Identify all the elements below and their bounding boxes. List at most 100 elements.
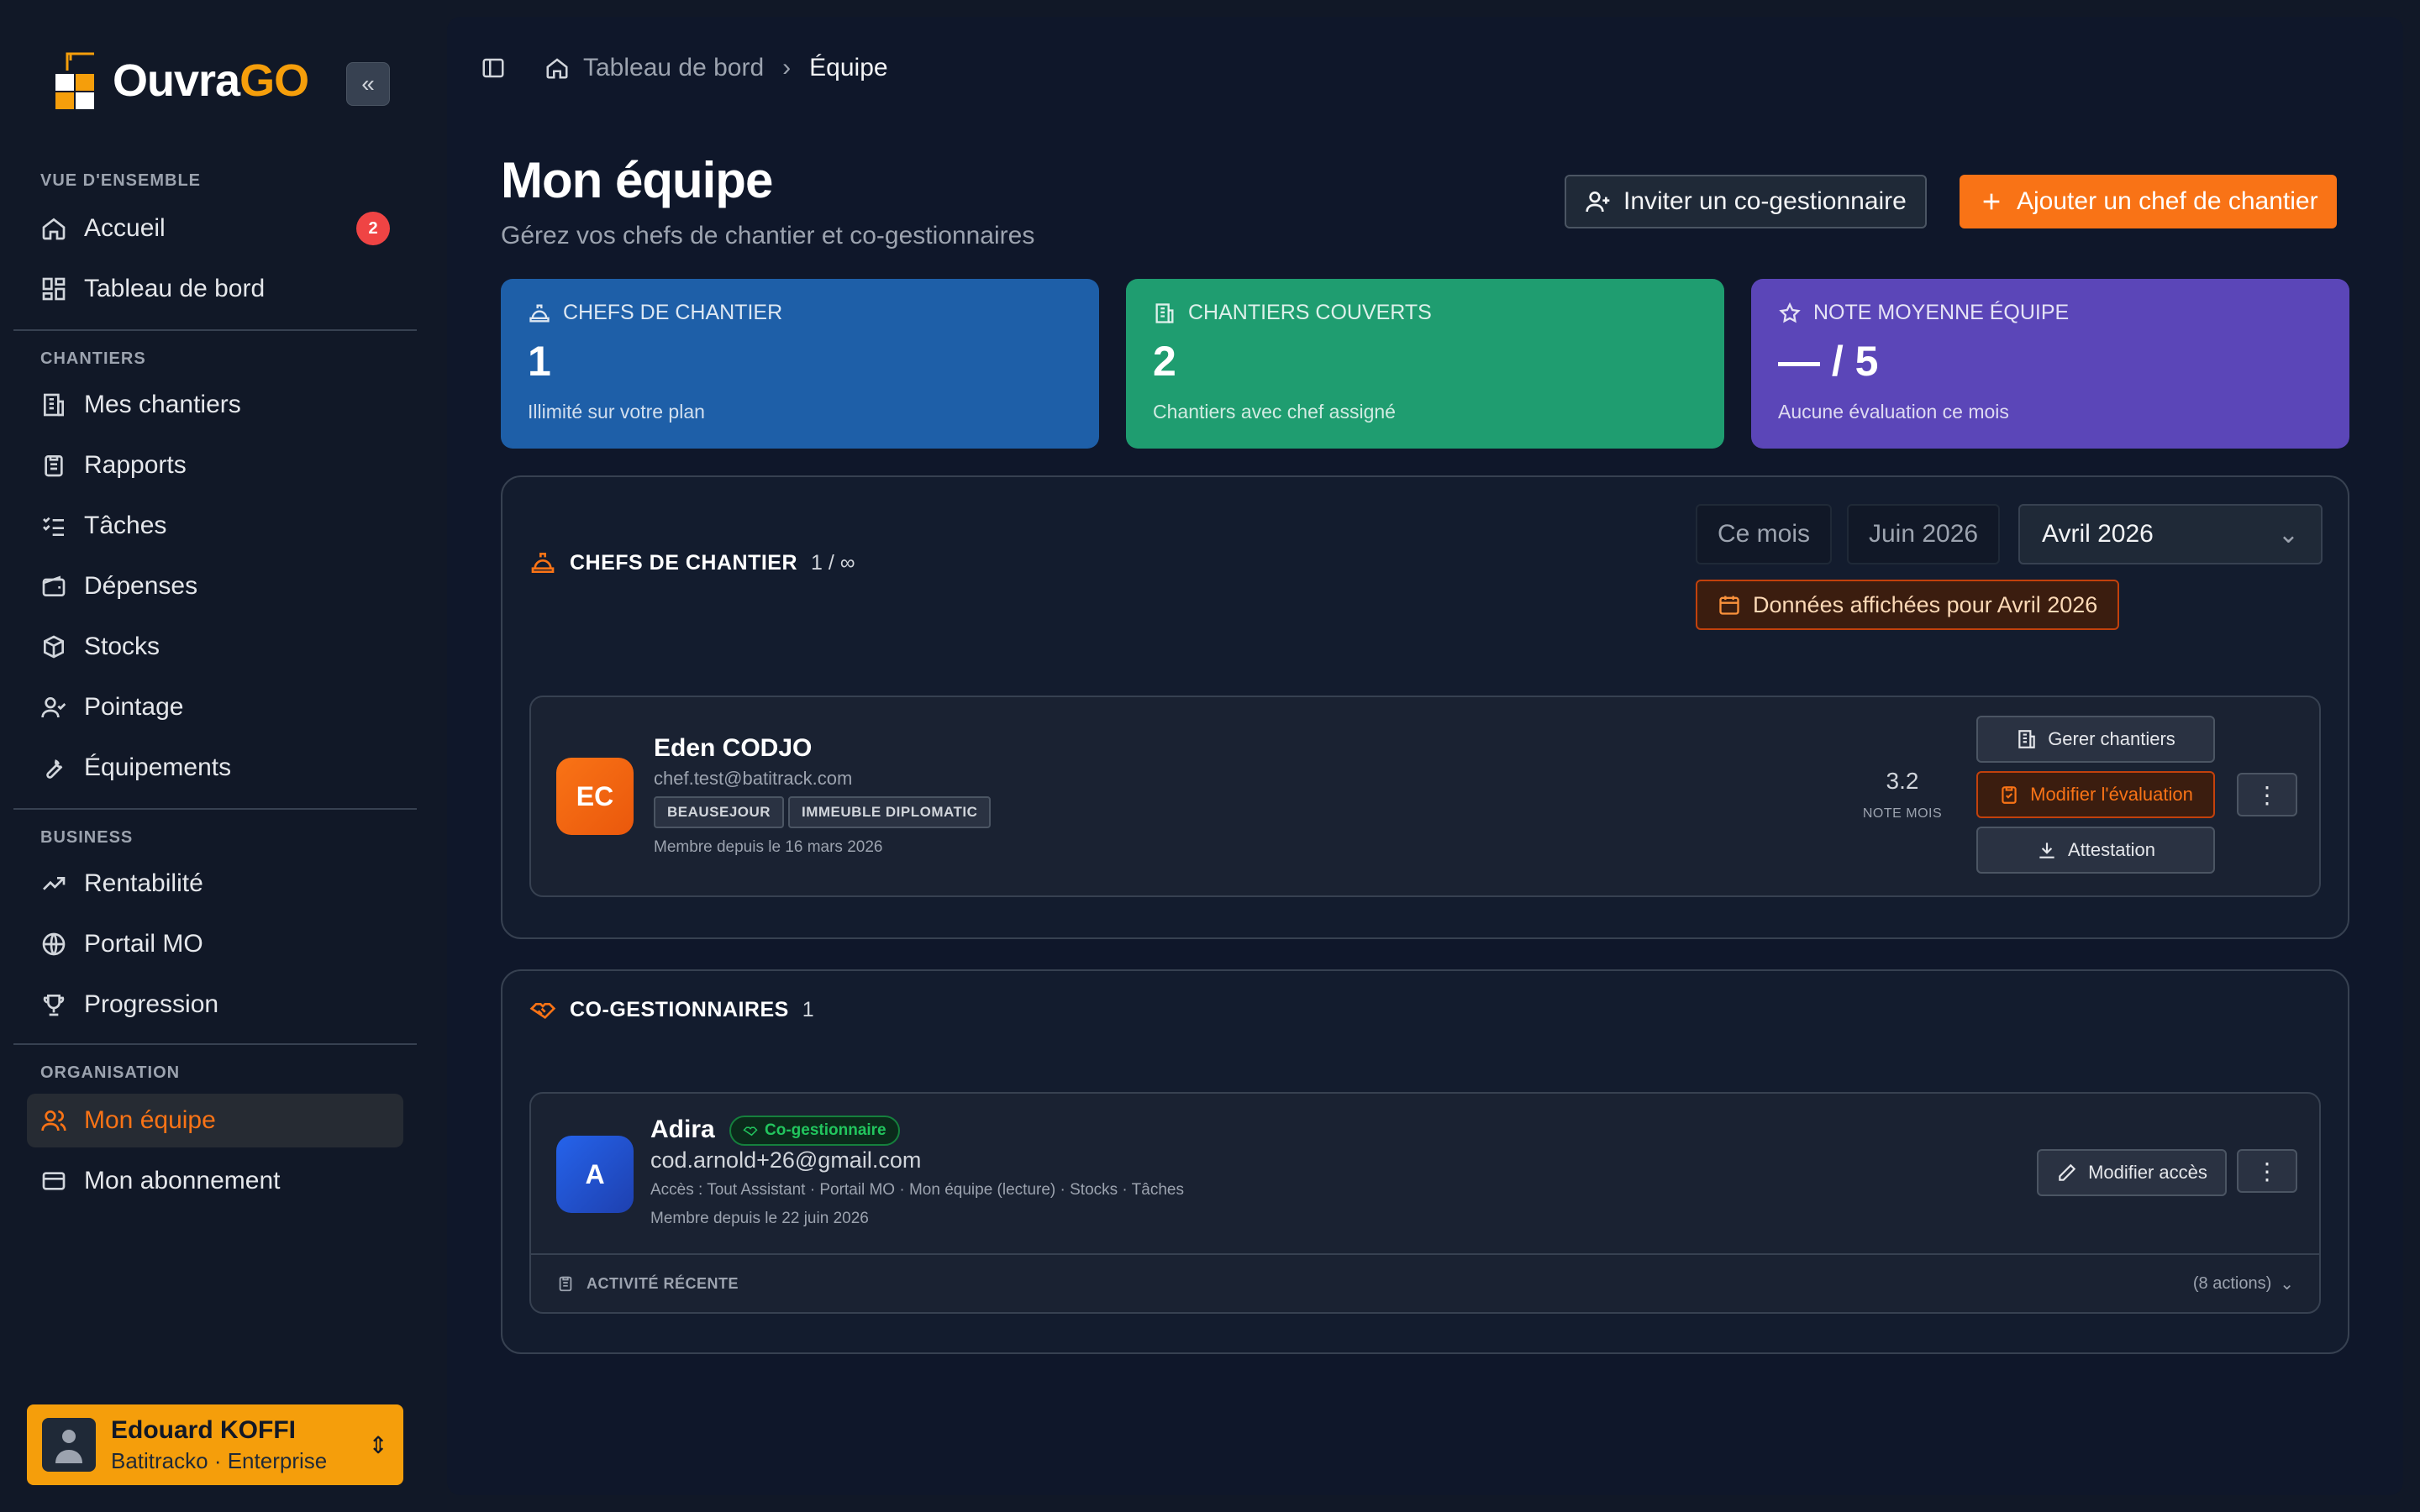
- sidebar-item-portail-mo[interactable]: Portail MO: [27, 917, 403, 971]
- logo-mark-icon: [50, 50, 104, 111]
- period-ce-mois[interactable]: Ce mois: [1696, 504, 1833, 564]
- note-value: 3.2: [1886, 768, 1919, 794]
- invite-cogestionnaire-button[interactable]: Inviter un co-gestionnaire: [1565, 175, 1927, 228]
- member-email: cod.arnold+26@gmail.com: [650, 1147, 922, 1173]
- button-label: Modifier l'évaluation: [2030, 784, 2193, 805]
- chefs-panel-header: CHEFS DE CHANTIER 1 / ∞: [529, 549, 855, 576]
- clipboard-check-icon: [2002, 786, 2017, 804]
- chantier-tag: BEAUSEJOUR: [654, 796, 785, 828]
- avatar-person-icon: [55, 1430, 82, 1463]
- sidebar-item-label: Progression: [84, 990, 219, 1018]
- sidebar-item-stocks[interactable]: Stocks: [27, 620, 403, 674]
- more-vertical-icon: ⋮: [2255, 1158, 2279, 1184]
- sidebar-item-accueil[interactable]: Accueil 2: [27, 202, 403, 255]
- sidebar-item-label: Tableau de bord: [84, 275, 266, 302]
- user-menu[interactable]: Edouard KOFFI Batitracko · Enterprise ⇕: [27, 1404, 403, 1485]
- cogest-panel-header: CO-GESTIONNAIRES 1: [529, 996, 814, 1023]
- sidebar-item-progression[interactable]: Progression: [27, 978, 403, 1032]
- stat-value: 1: [528, 338, 551, 385]
- chefs-panel: CHEFS DE CHANTIER 1 / ∞ Ce mois Juin 202…: [501, 475, 2349, 939]
- role-badge: Co-gestionnaire: [729, 1116, 900, 1146]
- add-label: Ajouter un chef de chantier: [2017, 187, 2318, 215]
- sidebar-item-mon-equipe[interactable]: Mon équipe: [27, 1094, 403, 1147]
- activity-label: ACTIVITÉ RÉCENTE: [587, 1274, 739, 1292]
- avatar: EC: [556, 758, 634, 835]
- note-label: NOTE MOIS: [1862, 806, 1943, 821]
- button-label: Modifier accès: [2088, 1162, 2207, 1183]
- logo[interactable]: OuvraGO: [50, 50, 309, 111]
- sidebar-item-label: Tâches: [84, 512, 167, 539]
- sidebar-item-rapports[interactable]: Rapports: [27, 438, 403, 492]
- credit-card-icon: [42, 1172, 66, 1190]
- stat-card-chantiers: CHANTIERS COUVERTS 2 Chantiers avec chef…: [1126, 279, 1724, 449]
- sidebar-item-mes-chantiers[interactable]: Mes chantiers: [27, 378, 403, 432]
- more-actions-button[interactable]: ⋮: [2237, 1149, 2297, 1193]
- member-access: Accès : Tout Assistant · Portail MO · Mo…: [650, 1181, 1184, 1199]
- sidebar-item-mon-abonnement[interactable]: Mon abonnement: [27, 1154, 403, 1208]
- button-label: Attestation: [2068, 839, 2155, 860]
- button-label: Gerer chantiers: [2048, 728, 2175, 749]
- invite-label: Inviter un co-gestionnaire: [1623, 187, 1907, 215]
- wallet-icon: [42, 575, 66, 596]
- sidebar-item-label: Mes chantiers: [84, 391, 241, 418]
- building-icon: [43, 393, 64, 417]
- sidebar-item-label: Équipements: [84, 753, 232, 781]
- home-icon: [546, 58, 568, 79]
- nav-section-business: BUSINESS: [40, 828, 134, 847]
- attestation-button[interactable]: Attestation: [1976, 827, 2215, 874]
- building-icon: [2018, 730, 2035, 748]
- chevron-down-icon: ⌄: [2277, 520, 2299, 549]
- sidebar-item-equipements[interactable]: Équipements: [27, 741, 403, 795]
- home-icon: [42, 218, 66, 240]
- sidebar-item-rentabilite[interactable]: Rentabilité: [27, 857, 403, 911]
- logo-text: OuvraGO: [113, 55, 309, 106]
- sidebar-item-label: Rapports: [84, 451, 187, 479]
- collapse-sidebar-button[interactable]: «: [346, 62, 390, 106]
- stat-label: CHEFS DE CHANTIER: [563, 301, 783, 324]
- sidebar-item-label: Stocks: [84, 633, 160, 660]
- clipboard-icon: [45, 455, 63, 477]
- sidebar-toggle-icon[interactable]: [481, 55, 506, 81]
- panel-count: 1: [802, 997, 814, 1021]
- stat-card-chefs: CHEFS DE CHANTIER 1 Illimité sur votre p…: [501, 279, 1099, 449]
- sidebar-item-pointage[interactable]: Pointage: [27, 680, 403, 734]
- chevrons-up-down-icon: ⇕: [368, 1431, 388, 1458]
- sidebar-item-depenses[interactable]: Dépenses: [27, 559, 403, 613]
- divider: [13, 329, 417, 331]
- pencil-icon: [2059, 1163, 2076, 1181]
- panel-title: CO-GESTIONNAIRES: [570, 997, 789, 1021]
- sidebar-item-label: Portail MO: [84, 930, 203, 958]
- divider: [13, 808, 417, 810]
- nav-section-overview: VUE D'ENSEMBLE: [40, 171, 202, 190]
- chantier-tag: IMMEUBLE DIPLOMATIC: [788, 796, 992, 828]
- recent-activity-toggle[interactable]: ACTIVITÉ RÉCENTE (8 actions) ⌄: [531, 1253, 2319, 1312]
- modifier-acces-button[interactable]: Modifier accès: [2037, 1149, 2227, 1196]
- sidebar-item-tableau-de-bord[interactable]: Tableau de bord: [27, 262, 403, 316]
- nav-section-organisation: ORGANISATION: [40, 1063, 181, 1082]
- breadcrumb-link-dashboard[interactable]: Tableau de bord: [583, 54, 764, 82]
- period-select[interactable]: Avril 2026 ⌄: [2018, 504, 2323, 564]
- plus-icon: [1983, 193, 2000, 210]
- panel-count: 1 / ∞: [811, 550, 855, 575]
- sidebar-item-taches[interactable]: Tâches: [27, 499, 403, 553]
- more-vertical-icon: ⋮: [2255, 781, 2279, 808]
- stat-card-note: NOTE MOYENNE ÉQUIPE — / 5 Aucune évaluat…: [1751, 279, 2349, 449]
- period-juin-2026[interactable]: Juin 2026: [1847, 504, 2001, 564]
- trending-up-icon: [43, 877, 66, 890]
- modifier-evaluation-button[interactable]: Modifier l'évaluation: [1976, 771, 2215, 818]
- member-name: Adira: [650, 1116, 715, 1143]
- chevron-right-icon: ›: [782, 54, 792, 81]
- package-icon: [44, 635, 64, 659]
- stat-note: Chantiers avec chef assigné: [1153, 401, 1396, 423]
- breadcrumb-current: Équipe: [809, 54, 888, 81]
- member-since: Membre depuis le 16 mars 2026: [654, 838, 883, 856]
- page-subtitle: Gérez vos chefs de chantier et co-gestio…: [501, 222, 1035, 249]
- more-actions-button[interactable]: ⋮: [2237, 773, 2297, 816]
- gerer-chantiers-button[interactable]: Gerer chantiers: [1976, 716, 2215, 763]
- hard-hat-icon: [529, 304, 550, 322]
- breadcrumb: Tableau de bord › Équipe: [481, 54, 888, 82]
- stat-value: — / 5: [1778, 338, 1879, 385]
- panel-title: CHEFS DE CHANTIER: [570, 550, 798, 575]
- nav-section-chantiers: CHANTIERS: [40, 349, 146, 368]
- add-chef-button[interactable]: Ajouter un chef de chantier: [1960, 175, 2337, 228]
